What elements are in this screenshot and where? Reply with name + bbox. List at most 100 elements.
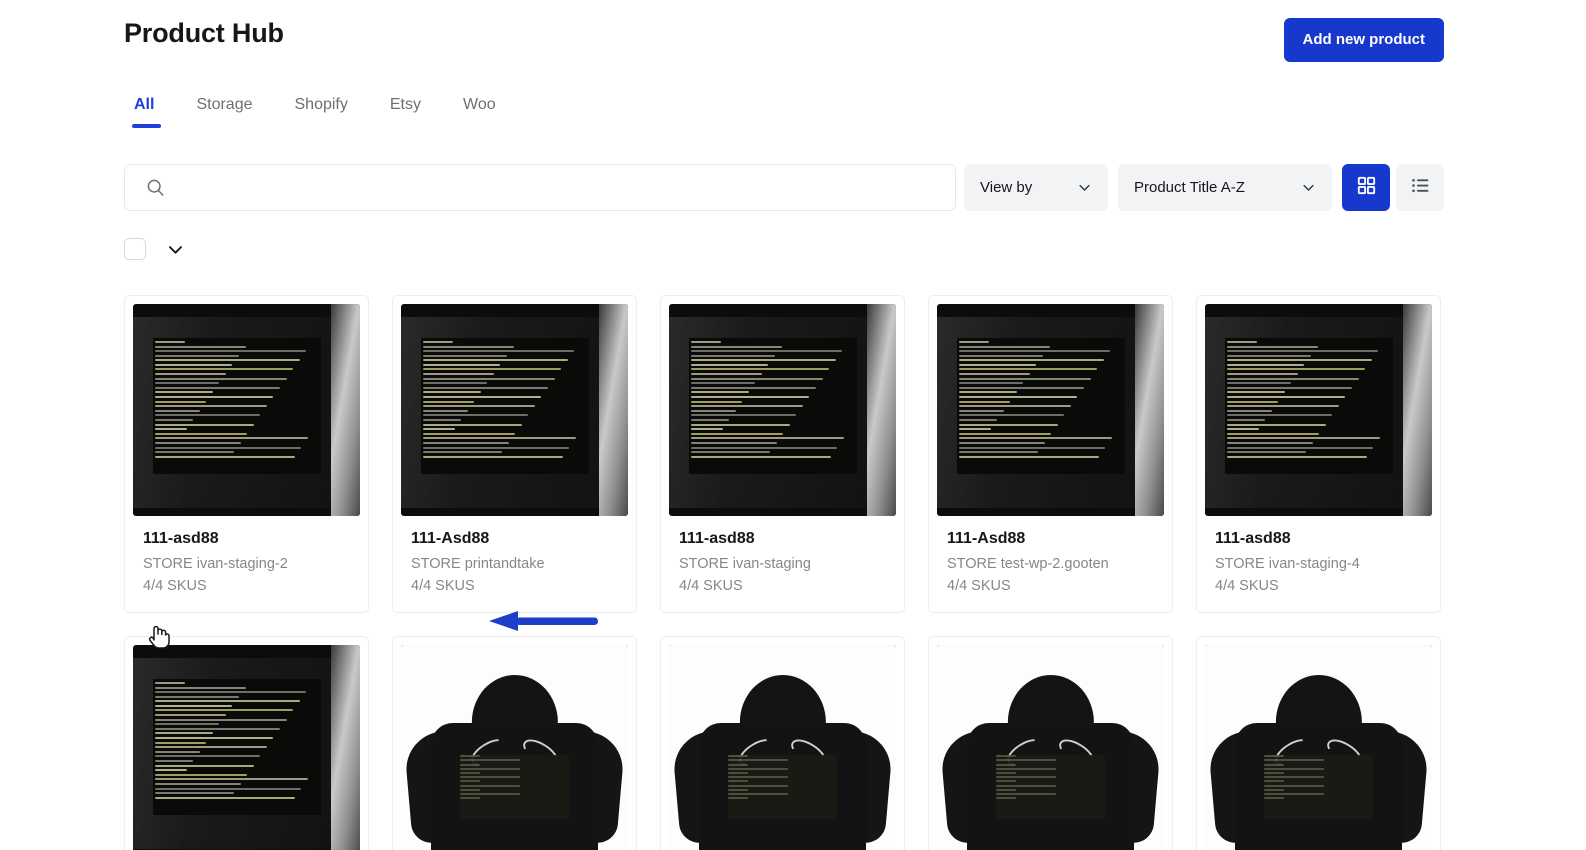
product-card[interactable] (928, 636, 1173, 850)
code-line (155, 400, 207, 403)
code-line (1227, 409, 1272, 412)
code-line (155, 396, 274, 399)
code-line (1264, 780, 1284, 783)
code-line (728, 763, 748, 766)
code-line (691, 354, 776, 357)
product-thumbnail[interactable] (133, 645, 360, 850)
code-line (1264, 755, 1284, 758)
product-card[interactable]: 111-asd88 STORE ivan-staging 4/4 SKUS (660, 295, 905, 613)
add-new-product-button[interactable]: Add new product (1283, 18, 1444, 62)
code-line (423, 423, 522, 426)
search-icon (145, 177, 166, 198)
code-line (959, 396, 1078, 399)
code-line (959, 409, 1004, 412)
code-line (691, 359, 836, 362)
product-thumbnail[interactable] (401, 645, 628, 850)
code-line (155, 414, 261, 417)
sort-by-dropdown[interactable]: Product Title A-Z (1118, 164, 1332, 211)
product-thumbnail[interactable] (1205, 304, 1432, 516)
product-thumbnail[interactable] (937, 304, 1164, 516)
product-store: STORE test-wp-2.gooten (947, 556, 1109, 572)
tab-woo[interactable]: Woo (442, 96, 517, 128)
monitor-screen (957, 337, 1126, 474)
product-thumbnail[interactable] (669, 304, 896, 516)
select-all-checkbox[interactable] (124, 238, 146, 260)
code-line (959, 446, 1106, 449)
product-card-body: 111-asd88 STORE ivan-staging-2 4/4 SKUS (125, 516, 368, 612)
code-line (155, 695, 240, 698)
code-line (155, 714, 226, 717)
product-card[interactable] (1196, 636, 1441, 850)
code-line (423, 345, 514, 348)
tab-shopify[interactable]: Shopify (274, 96, 369, 128)
code-line (996, 784, 1056, 787)
code-line (155, 350, 307, 353)
code-line (1227, 455, 1367, 458)
code-line (423, 414, 529, 417)
code-line (959, 345, 1050, 348)
code-line (423, 386, 549, 389)
code-line (1227, 363, 1305, 366)
monitor-screen (1225, 337, 1394, 474)
tab-all[interactable]: All (124, 96, 175, 128)
product-card[interactable]: 111-Asd88 STORE printandtake 4/4 SKUS (392, 295, 637, 613)
chevron-down-icon (1077, 180, 1092, 195)
product-card[interactable] (124, 636, 369, 850)
product-card[interactable] (660, 636, 905, 850)
product-thumbnail[interactable] (937, 645, 1164, 850)
product-thumbnail[interactable] (1205, 645, 1432, 850)
code-line (423, 373, 494, 376)
product-store: STORE printandtake (411, 556, 545, 572)
code-line (1227, 373, 1298, 376)
code-line (996, 797, 1016, 800)
code-line (155, 432, 248, 435)
search-input[interactable] (166, 165, 955, 210)
code-line (1227, 382, 1292, 385)
product-card[interactable]: 111-asd88 STORE ivan-staging-2 4/4 SKUS (124, 295, 369, 613)
product-thumbnail[interactable] (133, 304, 360, 516)
code-line (155, 686, 246, 689)
product-thumbnail[interactable] (669, 645, 896, 850)
code-line (691, 441, 777, 444)
code-line (1227, 345, 1318, 348)
list-view-toggle[interactable] (1396, 164, 1444, 211)
hoodie-photo (401, 645, 628, 850)
product-card[interactable] (392, 636, 637, 850)
code-line (728, 792, 788, 795)
view-by-dropdown[interactable]: View by (964, 164, 1108, 211)
code-line (959, 377, 1091, 380)
view-by-label: View by (980, 179, 1033, 196)
code-line (691, 428, 723, 431)
product-card[interactable]: 111-Asd88 STORE test-wp-2.gooten 4/4 SKUS (928, 295, 1173, 613)
code-line (959, 428, 991, 431)
chevron-down-icon (1301, 180, 1316, 195)
product-card-body: 111-asd88 STORE ivan-staging-4 4/4 SKUS (1197, 516, 1440, 612)
tab-storage[interactable]: Storage (175, 96, 273, 128)
bulk-actions-chevron-down-icon[interactable] (166, 240, 185, 259)
code-line (959, 455, 1099, 458)
product-thumbnail[interactable] (401, 304, 628, 516)
code-line (155, 363, 233, 366)
monitor-screen (153, 678, 322, 815)
product-store: STORE ivan-staging-4 (1215, 556, 1360, 572)
code-line (959, 414, 1065, 417)
grid-view-toggle[interactable] (1342, 164, 1390, 211)
code-line (1264, 771, 1284, 774)
monitor-photo (401, 304, 628, 516)
code-line (1264, 776, 1324, 779)
search-box[interactable] (124, 164, 956, 211)
product-card[interactable]: 111-asd88 STORE ivan-staging-4 4/4 SKUS (1196, 295, 1441, 613)
code-line (1227, 377, 1359, 380)
code-line (155, 359, 300, 362)
code-line (155, 382, 220, 385)
page-header: Product Hub Add new product (124, 18, 1444, 70)
code-line (460, 784, 520, 787)
code-line (155, 718, 287, 721)
monitor-photo (133, 304, 360, 516)
code-line (423, 432, 516, 435)
code-line (155, 737, 274, 740)
toolbar: View by Product Title A-Z (124, 164, 1444, 211)
code-line (423, 359, 568, 362)
tab-etsy[interactable]: Etsy (369, 96, 442, 128)
list-view-icon (1410, 175, 1431, 201)
